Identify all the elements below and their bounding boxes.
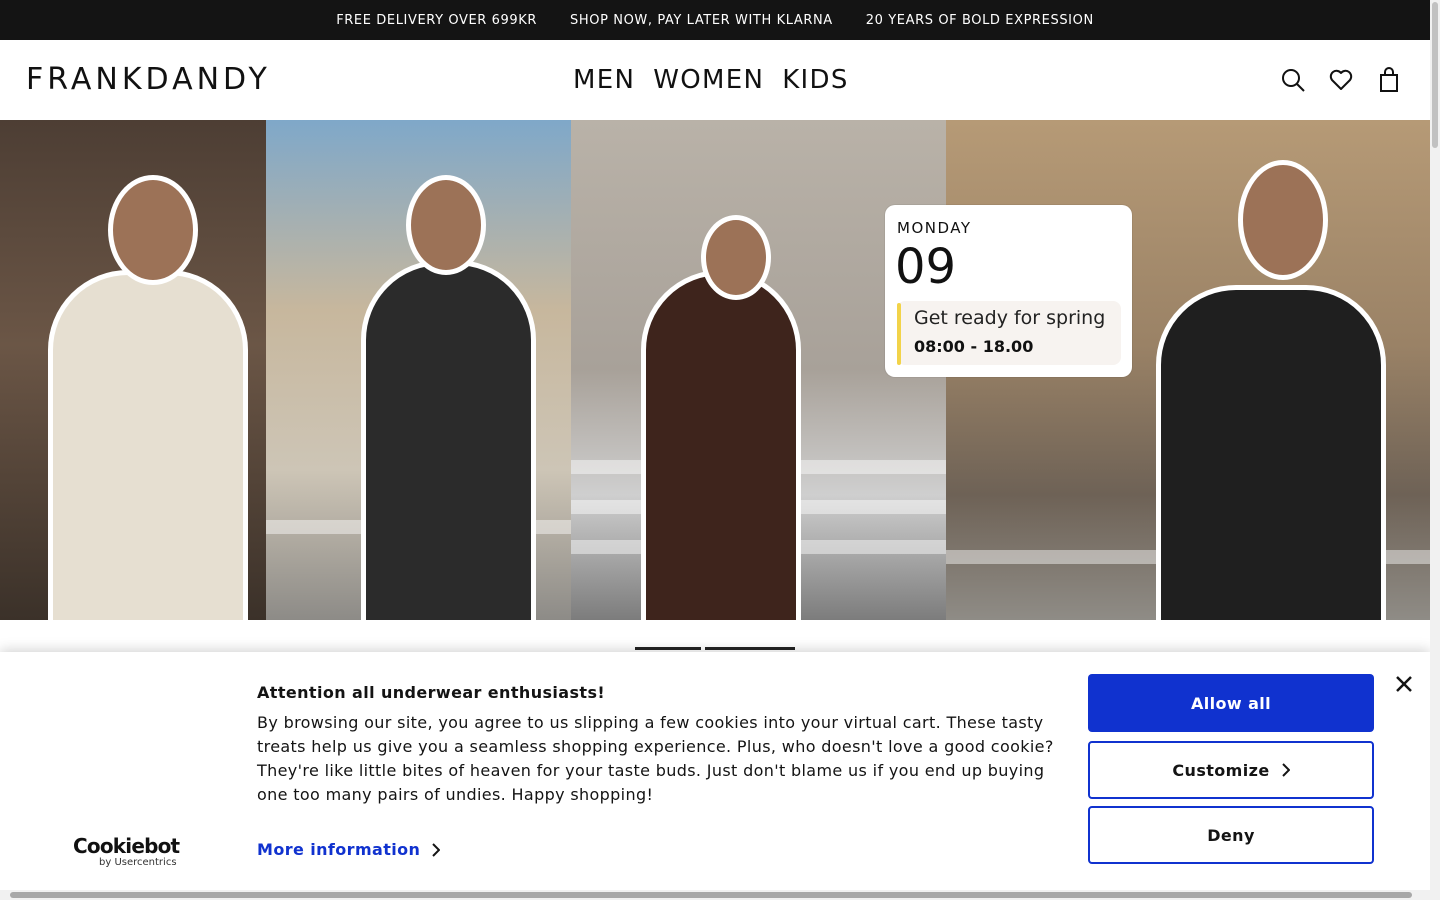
chevron-right-icon: [1281, 763, 1290, 777]
cookie-body: By browsing our site, you agree to us sl…: [257, 713, 1054, 804]
model-figure: [641, 270, 801, 620]
more-information-link[interactable]: More information: [257, 840, 441, 859]
event-day: MONDAY: [897, 219, 972, 237]
event-card: MONDAY 09 Get ready for spring 08:00 - 1…: [885, 205, 1132, 377]
model-figure: [48, 270, 248, 620]
scrollbar-thumb[interactable]: [10, 892, 1412, 898]
heart-icon[interactable]: [1328, 67, 1354, 93]
customize-label: Customize: [1172, 760, 1270, 780]
deny-button[interactable]: Deny: [1088, 806, 1374, 864]
announcement-item: FREE DELIVERY OVER 699KR: [336, 12, 538, 28]
header-icons: [1280, 67, 1402, 93]
more-information-label: More information: [257, 840, 421, 859]
hero-banner[interactable]: MONDAY 09 Get ready for spring 08:00 - 1…: [0, 120, 1430, 620]
cookiebot-brand-sub: by Usercentrics: [99, 857, 177, 868]
model-figure: [1156, 285, 1386, 620]
event-title: Get ready for spring: [914, 307, 1106, 329]
allow-all-label: Allow all: [1190, 693, 1272, 713]
hero-panel: [0, 120, 266, 620]
announcement-item: SHOP NOW, PAY LATER WITH KLARNA: [570, 12, 833, 28]
nav-women[interactable]: WOMEN: [653, 64, 764, 96]
announcement-bar: FREE DELIVERY OVER 699KR SHOP NOW, PAY L…: [0, 0, 1430, 40]
slider-dot[interactable]: [635, 647, 701, 650]
main-nav: MEN WOMEN KIDS: [573, 64, 849, 96]
model-head: [108, 175, 198, 285]
nav-men[interactable]: MEN: [573, 64, 635, 96]
customize-button[interactable]: Customize: [1088, 741, 1374, 799]
hero-panel: [266, 120, 571, 620]
model-head: [406, 175, 486, 275]
deny-label: Deny: [1207, 825, 1255, 845]
cookie-banner: Cookiebot by Usercentrics Attention all …: [0, 652, 1430, 900]
cookiebot-logo[interactable]: Cookiebot by Usercentrics: [73, 835, 183, 868]
bag-icon[interactable]: [1376, 67, 1402, 93]
horizontal-scrollbar[interactable]: [0, 890, 1430, 900]
logo[interactable]: FRANKDANDY: [26, 65, 271, 95]
model-head: [701, 215, 771, 300]
announcement-item: 20 YEARS OF BOLD EXPRESSION: [865, 12, 1094, 28]
cookiebot-brand: Cookiebot: [73, 834, 180, 858]
scrollbar-thumb[interactable]: [1432, 2, 1438, 148]
search-icon[interactable]: [1280, 67, 1306, 93]
cookie-title: Attention all underwear enthusiasts!: [257, 683, 606, 702]
event-time: 08:00 - 18.00: [914, 337, 1034, 356]
event-date: 09: [895, 239, 957, 295]
model-figure: [361, 260, 536, 620]
slider-indicators: [635, 647, 795, 650]
slider-dot[interactable]: [705, 647, 795, 650]
event-accent-bar: [897, 303, 901, 365]
site-header: FRANKDANDY MEN WOMEN KIDS: [0, 40, 1430, 120]
chevron-right-icon: [432, 842, 441, 857]
allow-all-button[interactable]: Allow all: [1088, 674, 1374, 732]
nav-kids[interactable]: KIDS: [782, 64, 848, 96]
close-icon[interactable]: [1392, 672, 1416, 696]
event-box: Get ready for spring 08:00 - 18.00: [897, 301, 1121, 365]
vertical-scrollbar[interactable]: [1430, 0, 1440, 900]
model-head: [1238, 160, 1328, 280]
